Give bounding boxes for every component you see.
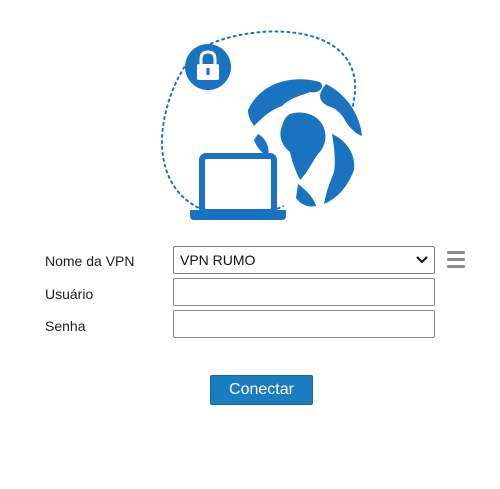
laptop-icon	[190, 153, 286, 220]
hamburger-menu-icon	[447, 251, 465, 254]
vpn-menu-button[interactable]	[447, 251, 465, 268]
connect-button[interactable]: Conectar	[210, 375, 313, 405]
password-label: Senha	[45, 318, 86, 334]
vpn-name-label: Nome da VPN	[45, 253, 135, 269]
password-input[interactable]	[173, 310, 435, 338]
lock-icon	[185, 44, 231, 90]
user-input[interactable]	[173, 278, 435, 306]
user-label: Usuário	[45, 286, 94, 302]
vpn-illustration	[160, 30, 364, 220]
vpn-name-select[interactable]: VPN RUMO	[173, 246, 435, 274]
vpn-name-selected-value: VPN RUMO	[180, 252, 256, 268]
chevron-down-icon	[416, 256, 428, 264]
